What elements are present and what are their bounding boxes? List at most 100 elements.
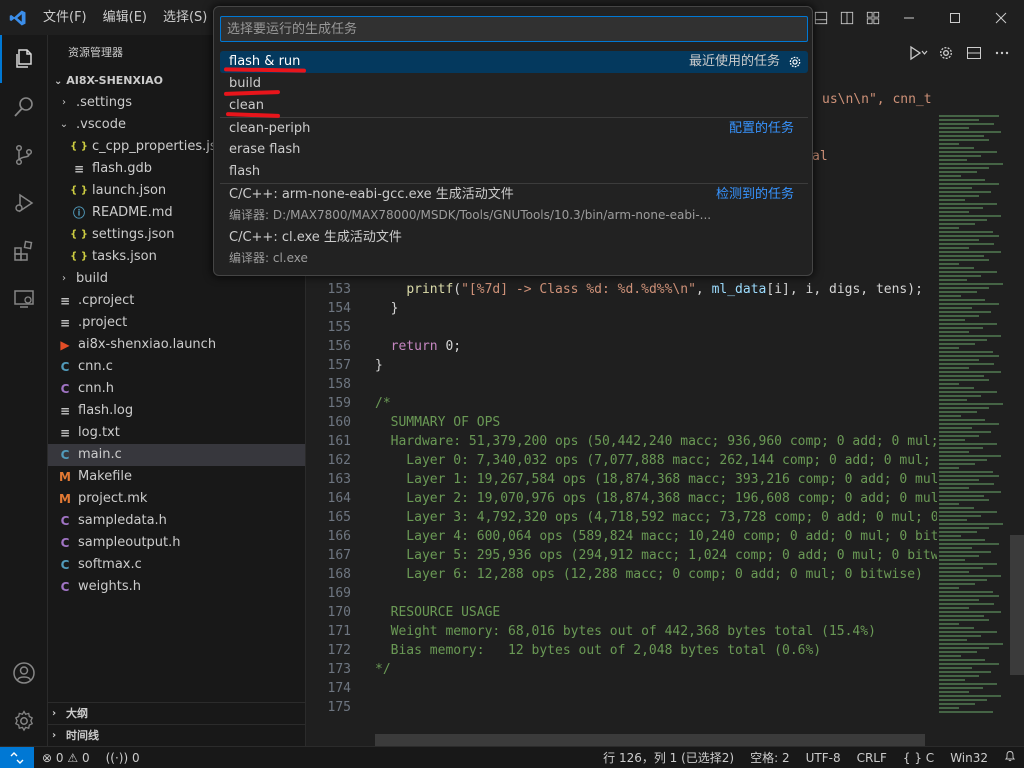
sidebar-bottom-panels: › 大纲 › 时间线 [48,702,306,746]
tree-item-sampleoutput-h[interactable]: Csampleoutput.h [48,532,305,554]
code-text: Layer 6: 12,288 ops (12,288 macc; 0 comp… [375,567,923,582]
code-token: } [375,358,383,373]
task-item-build[interactable]: build [220,73,808,95]
minimap-line [939,147,974,149]
minimap-line [939,411,977,413]
tree-item-cproject[interactable]: ≡ .cproject [48,290,305,312]
language-mode[interactable]: { } C [895,747,942,768]
encoding[interactable]: UTF-8 [798,747,849,768]
source-control-icon[interactable] [0,131,48,179]
chevron-down-icon: ⌄ [54,76,63,87]
task-item-erase-flash[interactable]: erase flash [220,139,808,161]
close-window-icon[interactable] [978,0,1024,35]
menu-edit[interactable]: 编辑(E) [95,0,155,35]
minimap-line [939,339,987,341]
minimap-line [939,167,989,169]
more-actions-icon[interactable] [990,41,1014,65]
tree-item-makefile[interactable]: M Makefile [48,466,305,488]
vertical-scrollbar[interactable] [1010,535,1024,675]
customize-layout-icon[interactable] [860,0,886,35]
minimap-line [939,407,989,409]
task-item-clean-periph[interactable]: clean-periph 配置的任务 [220,118,808,140]
minimap-line [939,503,959,505]
maximize-icon[interactable] [932,0,978,35]
tree-item-flash-log[interactable]: ≡ flash.log [48,400,305,422]
search-icon[interactable] [0,83,48,131]
minimize-icon[interactable] [886,0,932,35]
problems-indicator[interactable]: ⊗ 0 ⚠ 0 [34,747,98,768]
minimap-line [939,155,981,157]
split-editor-icon[interactable] [962,41,986,65]
ports-indicator[interactable]: ((·)) 0 [98,747,148,768]
notifications-bell-icon[interactable] [996,747,1024,768]
outline-label: 大纲 [66,706,88,720]
line-number: 169 [327,586,351,601]
manage-gear-icon[interactable] [0,697,48,745]
task-item-gcc-build[interactable]: C/C++: arm-none-eabi-gcc.exe 生成活动文件 编译器:… [220,184,808,226]
extensions-icon[interactable] [0,227,48,275]
toggle-secondary-sidebar-icon[interactable] [834,0,860,35]
tree-item-sampledata-h[interactable]: Csampledata.h [48,510,305,532]
line-ending[interactable]: CRLF [849,747,895,768]
tree-item-cnn-h[interactable]: Ccnn.h [48,378,305,400]
remote-explorer-icon[interactable] [0,275,48,323]
title-controls [808,0,1024,35]
line-number: 154 [327,301,351,316]
outline-panel-header[interactable]: › 大纲 [48,702,306,724]
timeline-panel-header[interactable]: › 时间线 [48,724,306,746]
tree-item-label: cnn.h [78,381,114,396]
code-text: printf("[%7d] -> Class %d: %d.%d%%\n", m… [375,282,923,297]
task-item-flash[interactable]: flash [220,161,808,183]
minimap-line [939,575,1001,577]
tree-item-weights-h[interactable]: Cweights.h [48,576,305,598]
code-text: Layer 3: 4,792,320 ops (4,718,592 macc; … [375,510,937,525]
indentation[interactable]: 空格: 2 [742,747,798,768]
task-search-input[interactable] [220,16,808,42]
tree-item-softmax-c[interactable]: Csoftmax.c [48,554,305,576]
tree-item-cnn-c[interactable]: Ccnn.c [48,356,305,378]
task-item-clean[interactable]: clean [220,95,808,117]
task-label: clean [229,98,264,113]
minimap-line [939,591,993,593]
platform-config[interactable]: Win32 [942,747,996,768]
minimap-line [939,231,993,233]
run-debug-dropdown-icon[interactable] [906,41,930,65]
cursor-position[interactable]: 行 126，列 1 (已选择2) [595,747,742,768]
code-token: Weight memory: 68,016 bytes out of 442,3… [375,624,876,639]
file-h-icon: C [60,580,70,594]
file-json-icon: { } [70,251,88,262]
tree-item-label: main.c [78,447,122,462]
code-line: 173 */ [307,660,937,679]
tree-item-project[interactable]: ≡ .project [48,312,305,334]
minimap-line [939,659,985,661]
minimap-line [939,499,989,501]
task-label: erase flash [229,142,301,157]
minimap-line [939,671,991,673]
task-item-flash-run[interactable]: flash & run 最近使用的任务 [220,51,808,73]
task-item-cl-build[interactable]: C/C++: cl.exe 生成活动文件 编译器: cl.exe [220,227,808,269]
line-number: 166 [327,529,351,544]
minimap[interactable] [937,115,1007,715]
remote-indicator-icon[interactable] [0,746,34,768]
tree-item-ai8x-shenxiao-launch[interactable]: ▶ ai8x-shenxiao.launch [48,334,305,356]
code-token: Bias memory: 12 bytes out of 2,048 bytes… [375,643,822,658]
settings-gear-icon[interactable] [934,41,958,65]
run-debug-icon[interactable] [0,179,48,227]
explorer-icon[interactable] [0,35,48,83]
minimap-line [939,643,1003,645]
minimap-line [939,403,1003,405]
code-text: Weight memory: 68,016 bytes out of 442,3… [375,624,876,639]
tree-item-project-mk[interactable]: Mproject.mk [48,488,305,510]
horizontal-scrollbar[interactable] [375,734,925,746]
tree-item-label: launch.json [92,183,167,198]
minimap-line [939,603,994,605]
line-number: 168 [327,567,351,582]
menu-selection[interactable]: 选择(S) [155,0,215,35]
minimap-line [939,523,1003,525]
accounts-icon[interactable] [0,649,48,697]
tree-item-log-txt[interactable]: ≡ log.txt [48,422,305,444]
menu-file[interactable]: 文件(F) [35,0,95,35]
line-number: 174 [327,681,351,696]
configured-tasks-label: 配置的任务 [728,121,794,136]
tree-item-main-c[interactable]: Cmain.c [48,444,305,466]
